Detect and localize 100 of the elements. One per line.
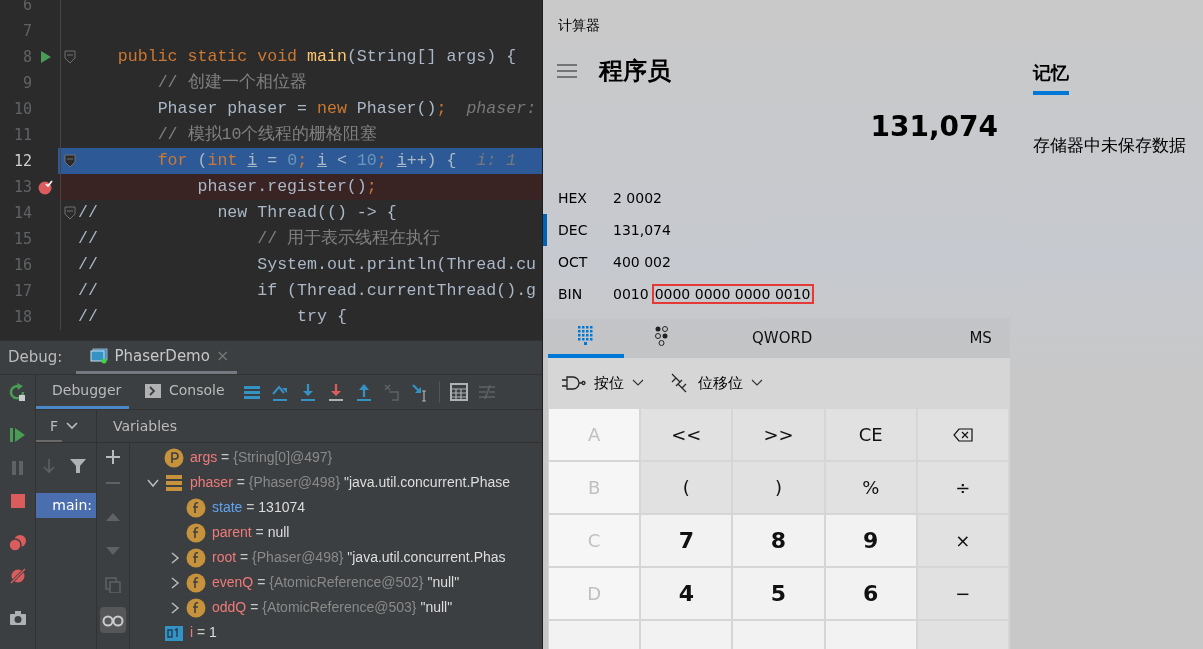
calculator-icon[interactable] [449, 383, 468, 401]
digit-key[interactable]: 4 [641, 568, 732, 619]
variable-entry[interactable]: oddQ = {AtomicReference@503} "null" [212, 597, 453, 618]
memory-store-button[interactable]: MS [969, 318, 992, 358]
line-number: 16 [12, 255, 33, 276]
display-value: 131,074 [870, 109, 998, 145]
digit-key[interactable]: 7 [641, 515, 732, 566]
operator-key[interactable]: ( [641, 462, 732, 513]
operator-key[interactable]: CE [825, 409, 916, 460]
frames-tab[interactable]: F [50, 415, 59, 437]
line-number: 9 [21, 73, 33, 94]
caret-icon [632, 379, 644, 387]
rerun-icon[interactable] [7, 383, 28, 403]
radix-row[interactable]: HEX 2 0002 [543, 182, 1010, 214]
line-number: 11 [12, 125, 33, 146]
logic-gate-icon [562, 375, 586, 391]
fold-icon[interactable] [63, 50, 76, 64]
line-number: 7 [21, 21, 33, 42]
field-icon [186, 597, 206, 618]
fold-icon[interactable] [63, 206, 76, 220]
field-icon [186, 572, 206, 593]
chevron-right-icon[interactable] [169, 551, 181, 564]
step-into-icon[interactable] [298, 382, 317, 402]
step-out-icon[interactable] [354, 382, 373, 402]
trace-icon[interactable] [477, 383, 496, 401]
digit-key[interactable]: 8 [733, 515, 824, 566]
filter-icon[interactable] [70, 458, 86, 474]
operator-key[interactable]: − [917, 568, 1008, 619]
line-number: 17 [12, 281, 33, 302]
radix-row[interactable]: OCT 400 002 [543, 246, 1010, 278]
code-line: // 创建一个相位器 [156, 72, 307, 94]
caret-icon [751, 379, 763, 387]
line-number: 10 [12, 99, 33, 120]
variable-entry[interactable]: parent = null [212, 522, 290, 543]
code-line: for (int i = 0; i < 10; i++) { i: 1 [156, 150, 517, 172]
glasses-icon[interactable] [100, 607, 126, 633]
keypad-icon [578, 326, 594, 346]
mute-breakpoints-icon[interactable] [7, 566, 28, 586]
debugger-tab[interactable]: Debugger [36, 375, 129, 409]
operator-key[interactable]: >> [733, 409, 824, 460]
panel-label: Debug: [7, 347, 64, 369]
code-line: public static void main(String[] args) { [116, 46, 517, 68]
console-tab[interactable]: Console [129, 375, 241, 409]
parameter-icon [164, 447, 184, 468]
code-line: phaser.register(); [196, 176, 377, 198]
drop-frame-icon[interactable] [382, 382, 401, 402]
radix-row[interactable]: BIN 0010 0000 0000 0000 0010 [543, 278, 1010, 310]
force-step-into-icon[interactable] [326, 382, 345, 402]
breakpoint-icon[interactable] [38, 179, 54, 195]
dropdown-button[interactable]: 按位 [562, 371, 644, 395]
digit-key[interactable]: 5 [733, 568, 824, 619]
line-number: 18 [12, 307, 33, 328]
operator-key[interactable]: × [917, 515, 1008, 566]
session-tab[interactable]: PhaserDemo × [76, 341, 238, 374]
bits-icon [654, 326, 670, 346]
word-size-button[interactable]: QWORD [752, 318, 813, 358]
code-line: // if (Thread.currentThread().g [78, 280, 537, 302]
variable-entry[interactable]: evenQ = {AtomicReference@502} "null" [212, 572, 460, 593]
run-to-cursor-icon[interactable] [410, 382, 429, 402]
line-number: 12 [12, 151, 33, 172]
backspace-button[interactable] [917, 409, 1008, 460]
line-number: 15 [12, 229, 33, 250]
operator-key[interactable]: << [641, 409, 732, 460]
radix-row[interactable]: DEC 131,074 [543, 214, 1010, 246]
code-line: // System.out.println(Thread.cu [78, 254, 537, 276]
code-line: // new Thread(() -> { [78, 202, 397, 224]
dropdown-button[interactable]: 位移位 [670, 371, 763, 395]
field-icon [186, 497, 206, 518]
line-number: 14 [12, 203, 33, 224]
window-icon [90, 348, 109, 364]
line-number: 13 [12, 177, 33, 198]
operator-key[interactable]: % [825, 462, 916, 513]
array-icon [164, 472, 184, 493]
variable-entry[interactable]: state = 131074 [212, 497, 306, 518]
digit-key[interactable]: 9 [825, 515, 916, 566]
camera-icon[interactable] [7, 608, 28, 628]
fold-icon[interactable] [63, 154, 76, 168]
menu-icon[interactable] [557, 64, 577, 78]
operator-key[interactable]: ) [733, 462, 824, 513]
empty-memory-text: 存储器中未保存数据 [1033, 134, 1187, 157]
variable-entry[interactable]: i = 1 [190, 622, 217, 643]
window-title: 计算器 [558, 15, 600, 35]
line-number: 8 [21, 47, 33, 68]
breakpoints-icon[interactable] [7, 533, 28, 553]
add-icon[interactable] [105, 449, 121, 465]
down-arrow-icon[interactable] [42, 458, 56, 474]
digit-key[interactable]: 6 [825, 568, 916, 619]
memory-tab[interactable]: 记忆 [1033, 59, 1069, 95]
frame-item[interactable]: main: [36, 493, 96, 518]
chevron-right-icon[interactable] [169, 601, 181, 614]
operator-key[interactable]: ÷ [917, 462, 1008, 513]
console-icon [145, 383, 161, 398]
variable-entry[interactable]: phaser = {Phaser@498} "java.util.concurrent.Phase [190, 472, 510, 493]
field-icon [186, 547, 206, 568]
variable-entry[interactable]: args = {String[0]@497} [190, 447, 333, 468]
variable-entry[interactable]: root = {Phaser@498} "java.util.concurrent.Phas [212, 547, 506, 568]
run-icon[interactable] [40, 50, 52, 64]
copy-icon[interactable] [105, 577, 121, 593]
chevron-down-icon[interactable] [66, 422, 79, 430]
chevron-right-icon[interactable] [169, 576, 181, 589]
